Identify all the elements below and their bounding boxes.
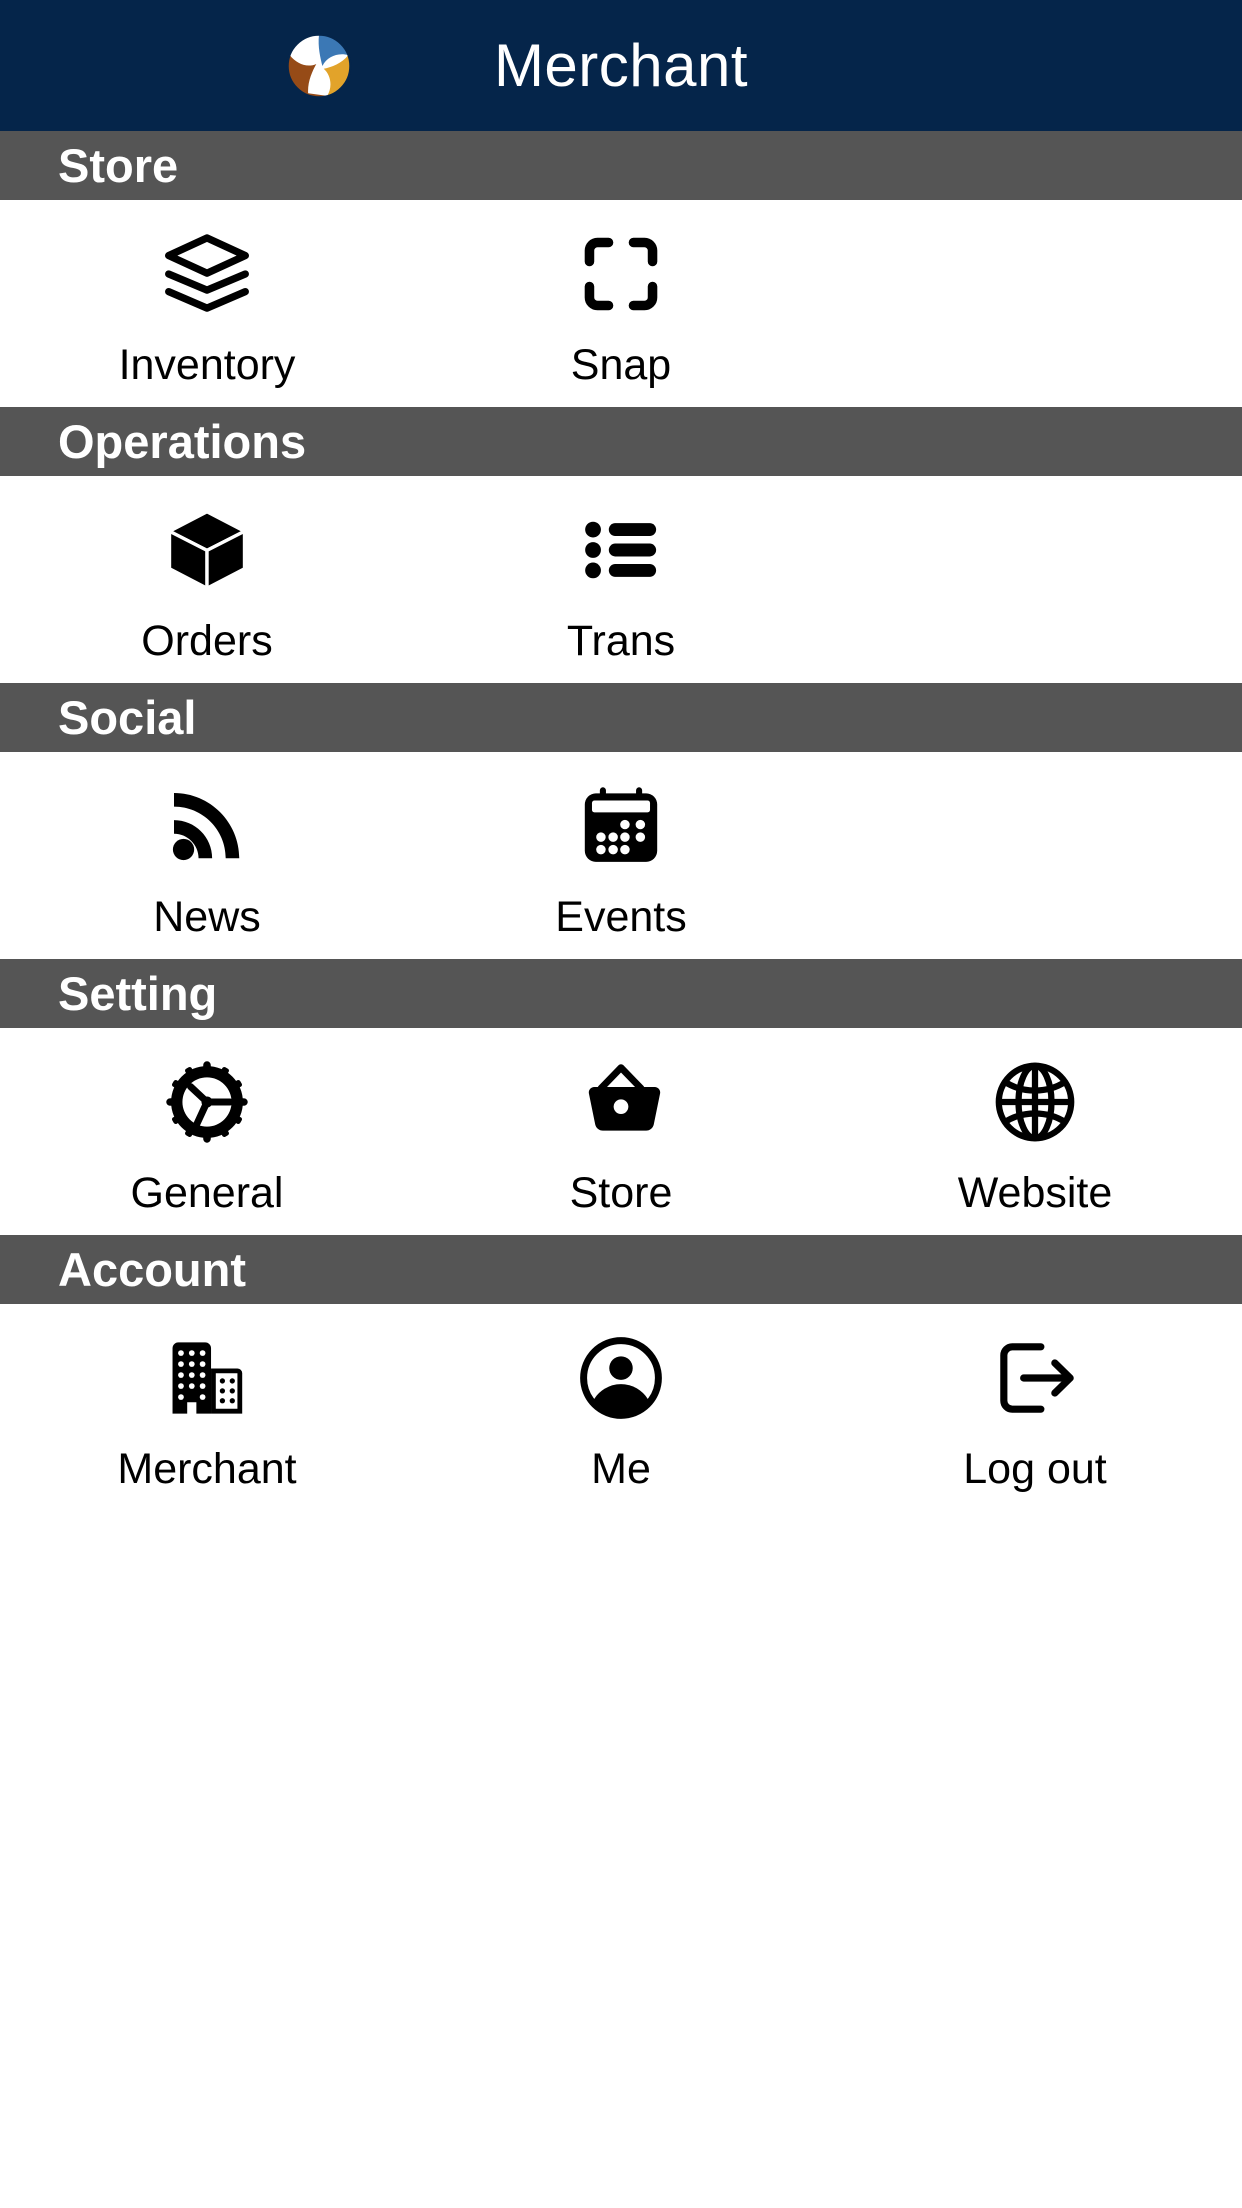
tile-label: Events <box>555 893 687 941</box>
tile-label: Store <box>569 1169 673 1217</box>
section-header-social: Social <box>0 683 1242 752</box>
tile-label: News <box>153 893 261 941</box>
app-bar: Merchant <box>0 0 1242 131</box>
tile-empty-slot <box>828 226 1242 387</box>
section-header-operations: Operations <box>0 407 1242 476</box>
tile-snap[interactable]: Snap <box>414 226 828 387</box>
section-title: Account <box>58 1243 246 1296</box>
tile-label: Website <box>957 1169 1113 1217</box>
section-header-setting: Setting <box>0 959 1242 1028</box>
shopping-basket-icon <box>573 1054 669 1150</box>
tile-label: General <box>130 1169 284 1217</box>
tile-label: Inventory <box>118 341 296 389</box>
tile-row-setting: General Store Website <box>0 1028 1242 1235</box>
section-header-account: Account <box>0 1235 1242 1304</box>
tile-row-operations: Orders Trans <box>0 476 1242 683</box>
office-building-icon <box>159 1330 255 1426</box>
layers-stack-icon <box>159 226 255 322</box>
tile-website[interactable]: Website <box>828 1054 1242 1215</box>
tile-news[interactable]: News <box>0 778 414 939</box>
gear-icon <box>159 1054 255 1150</box>
bulleted-list-icon <box>573 502 669 598</box>
cube-box-icon <box>159 502 255 598</box>
tile-orders[interactable]: Orders <box>0 502 414 663</box>
page-title: Merchant <box>493 31 749 99</box>
brand-triskelion-logo <box>285 27 353 105</box>
tile-general[interactable]: General <box>0 1054 414 1215</box>
tile-label: Merchant <box>117 1445 297 1493</box>
section-title: Operations <box>58 415 307 468</box>
section-header-store: Store <box>0 131 1242 200</box>
section-title: Store <box>58 139 179 192</box>
tile-row-store: Inventory Snap <box>0 200 1242 407</box>
tile-row-account: Merchant Me Log out <box>0 1304 1242 1511</box>
tile-trans[interactable]: Trans <box>414 502 828 663</box>
globe-icon <box>987 1054 1083 1150</box>
tile-label: Orders <box>141 617 273 665</box>
tile-empty-slot <box>828 778 1242 939</box>
scan-frame-icon <box>573 226 669 322</box>
tile-empty-slot <box>828 502 1242 663</box>
rss-feed-icon <box>159 778 255 874</box>
tile-label: Trans <box>566 617 676 665</box>
tile-events[interactable]: Events <box>414 778 828 939</box>
tile-store[interactable]: Store <box>414 1054 828 1215</box>
tile-label: Log out <box>963 1445 1107 1493</box>
section-title: Setting <box>58 967 218 1020</box>
tile-merchant[interactable]: Merchant <box>0 1330 414 1491</box>
tile-row-social: News Events <box>0 752 1242 959</box>
tile-logout[interactable]: Log out <box>828 1330 1242 1491</box>
calendar-icon <box>573 778 669 874</box>
tile-me[interactable]: Me <box>414 1330 828 1491</box>
tile-label: Me <box>591 1445 651 1493</box>
tile-inventory[interactable]: Inventory <box>0 226 414 387</box>
tile-label: Snap <box>570 341 672 389</box>
account-circle-icon <box>573 1330 669 1426</box>
logout-arrow-icon <box>987 1330 1083 1426</box>
section-title: Social <box>58 691 197 744</box>
